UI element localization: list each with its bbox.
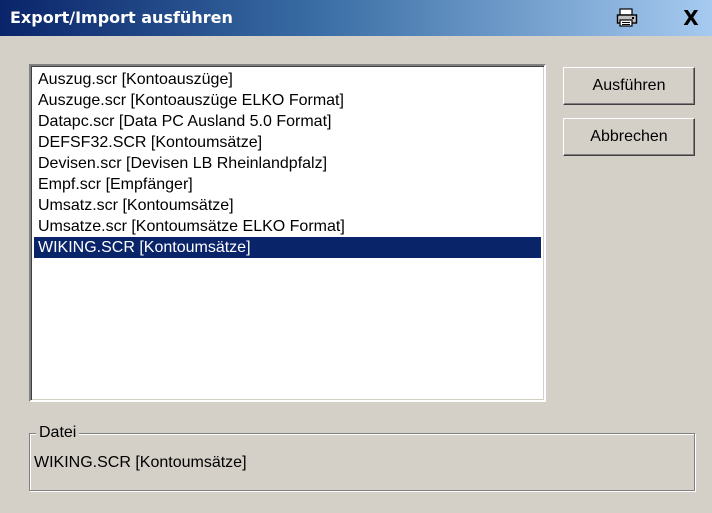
file-groupbox: Datei WIKING.SCR [Kontoumsätze] xyxy=(29,423,695,491)
printer-icon[interactable] xyxy=(615,7,639,29)
list-item[interactable]: Datapc.scr [Data PC Ausland 5.0 Format] xyxy=(34,111,541,132)
export-import-dialog: Export/Import ausführen X Auszug.scr [Ko… xyxy=(0,0,712,513)
window-title: Export/Import ausführen xyxy=(10,8,233,27)
run-button[interactable]: Ausführen xyxy=(563,67,695,105)
close-icon[interactable]: X xyxy=(679,7,703,29)
script-list: Auszug.scr [Kontoauszüge] Auszuge.scr [Ko… xyxy=(34,69,541,258)
list-item[interactable]: DEFSF32.SCR [Kontoumsätze] xyxy=(34,132,541,153)
script-listbox[interactable]: Auszug.scr [Kontoauszüge] Auszuge.scr [Ko… xyxy=(29,64,546,402)
list-item[interactable]: Auszuge.scr [Kontoauszüge ELKO Format] xyxy=(34,90,541,111)
cancel-button[interactable]: Abbrechen xyxy=(563,118,695,156)
list-item[interactable]: Devisen.scr [Devisen LB Rheinlandpfalz] xyxy=(34,153,541,174)
list-item[interactable]: Umsatz.scr [Kontoumsätze] xyxy=(34,195,541,216)
list-item[interactable]: Umsatze.scr [Kontoumsätze ELKO Format] xyxy=(34,216,541,237)
file-group-label: Datei xyxy=(36,423,80,443)
selected-file-value: WIKING.SCR [Kontoumsätze] xyxy=(34,454,247,471)
title-bar[interactable]: Export/Import ausführen X xyxy=(0,0,712,36)
list-item[interactable]: WIKING.SCR [Kontoumsätze] xyxy=(34,237,541,258)
list-item[interactable]: Auszug.scr [Kontoauszüge] xyxy=(34,69,541,90)
list-item[interactable]: Empf.scr [Empfänger] xyxy=(34,174,541,195)
